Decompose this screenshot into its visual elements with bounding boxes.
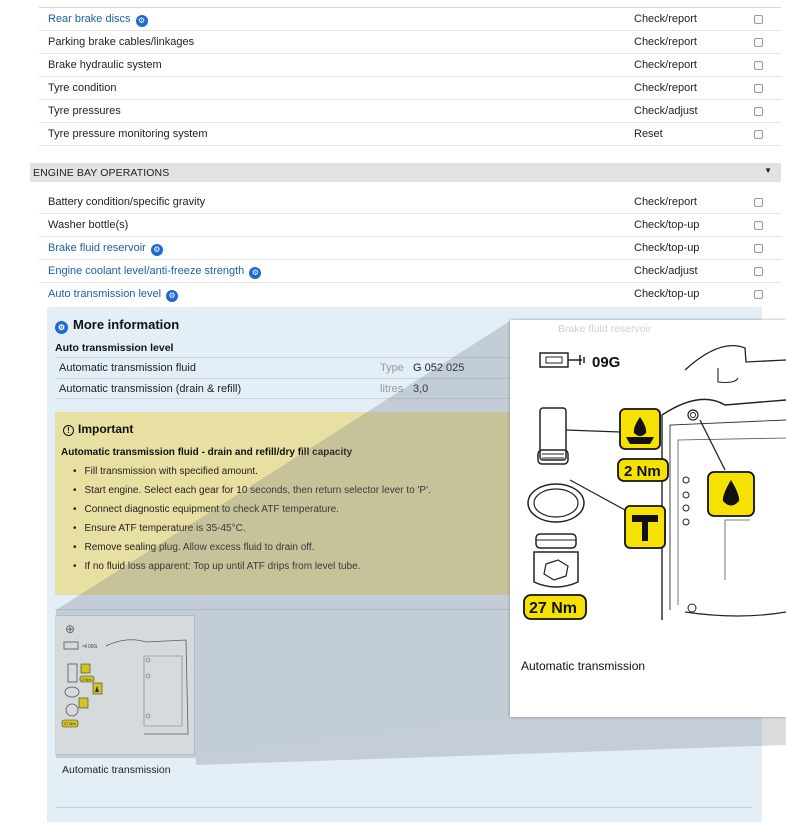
spec-row: Automatic transmission fluid Type G 052 … [55, 357, 528, 377]
spec-unit: litres [380, 383, 404, 395]
task-action: Check/report [634, 36, 697, 48]
task-checkbox[interactable] [754, 130, 763, 139]
task-row: Tyre condition Check/report [39, 77, 781, 100]
diagram-zoom-popup[interactable]: Brake fluid reservoir 09G 2 Nm 27 Nm Aut… [510, 320, 786, 717]
task-name: Tyre pressure monitoring system [48, 128, 208, 140]
spec-row: Automatic transmission (drain & refill) … [55, 378, 528, 399]
task-checkbox[interactable] [754, 15, 763, 24]
wrench-icon[interactable]: ⚙ [150, 244, 163, 256]
task-action: Check/report [634, 196, 697, 208]
spec-label: Automatic transmission (drain & refill) [59, 383, 242, 395]
task-checkbox[interactable] [754, 290, 763, 299]
spec-unit: Type [380, 362, 404, 374]
list-item: If no fluid loss apparent: Top up until … [73, 557, 431, 576]
more-information-title: ⚙ More information [55, 317, 179, 334]
task-row: Battery condition/specific gravity Check… [39, 191, 781, 214]
task-link[interactable]: Auto transmission level ⚙ [48, 288, 179, 302]
task-action: Check/adjust [634, 265, 698, 277]
section-header-engine-bay[interactable]: ENGINE BAY OPERATIONS ▼ [30, 163, 781, 182]
task-name: Battery condition/specific gravity [48, 196, 206, 208]
task-name: Washer bottle(s) [48, 219, 129, 231]
task-row-auto-transmission: Auto transmission level ⚙ Check/top-up [39, 283, 781, 306]
service-schedule-page: Rear brake discs ⚙ Check/report Parking b… [0, 0, 786, 829]
task-checkbox[interactable] [754, 38, 763, 47]
list-item: Start engine. Select each gear for 10 se… [73, 481, 431, 500]
svg-text:2 Nm: 2 Nm [624, 463, 661, 480]
list-item: Ensure ATF temperature is 35-45°C. [73, 519, 431, 538]
wrench-icon[interactable]: ⚙ [135, 15, 148, 27]
diagram-caption: Automatic transmission [521, 659, 646, 673]
important-note: ! Important Automatic transmission fluid … [55, 412, 525, 595]
task-checkbox[interactable] [754, 221, 763, 230]
svg-text:27 Nm: 27 Nm [529, 600, 577, 617]
task-link[interactable]: Brake fluid reservoir ⚙ [48, 242, 163, 256]
info-subtitle: Auto transmission level [55, 342, 174, 354]
task-action: Check/adjust [634, 105, 698, 117]
task-row: Tyre pressures Check/adjust [39, 100, 781, 123]
svg-text:2 Nm: 2 Nm [82, 677, 92, 682]
task-name: Tyre condition [48, 82, 117, 94]
svg-text:27 Nm: 27 Nm [64, 721, 76, 726]
list-item: Remove sealing plug. Allow excess fluid … [73, 538, 431, 557]
transmission-diagram: 09G 2 Nm 27 Nm [523, 344, 786, 620]
task-name: Brake hydraulic system [48, 59, 162, 71]
svg-text:09G: 09G [88, 644, 98, 650]
task-link[interactable]: Rear brake discs ⚙ [48, 13, 148, 27]
task-name: Tyre pressures [48, 105, 121, 117]
transmission-diagram-thumbnail: 09G 2 Nm 27 Nm [61, 639, 189, 735]
task-checkbox[interactable] [754, 84, 763, 93]
task-link[interactable]: Engine coolant level/anti-freeze strengt… [48, 265, 262, 279]
diagram-thumbnail[interactable]: ⊕ 09G 2 Nm 27 Nm [55, 615, 195, 755]
task-row: Washer bottle(s) Check/top-up [39, 214, 781, 237]
task-checkbox[interactable] [754, 107, 763, 116]
task-checkbox[interactable] [754, 198, 763, 207]
task-action: Check/top-up [634, 288, 700, 300]
task-action: Check/report [634, 59, 697, 71]
alert-icon: ! [63, 425, 74, 436]
wrench-icon[interactable]: ⚙ [166, 290, 179, 302]
zoom-in-icon[interactable]: ⊕ [65, 622, 75, 636]
task-checkbox[interactable] [754, 244, 763, 253]
task-checkbox[interactable] [754, 61, 763, 70]
task-row-engine-coolant: Engine coolant level/anti-freeze strengt… [39, 260, 781, 283]
task-row: Brake hydraulic system Check/report [39, 54, 781, 77]
task-action: Reset [634, 128, 663, 140]
task-action: Check/top-up [634, 219, 700, 231]
steps-list: Fill transmission with specified amount.… [73, 462, 431, 576]
list-item: Fill transmission with specified amount. [73, 462, 431, 481]
thumbnail-caption: Automatic transmission [62, 764, 171, 776]
task-action: Check/top-up [634, 242, 700, 254]
caret-down-icon[interactable]: ▼ [764, 166, 772, 175]
task-row: Tyre pressure monitoring system Reset [39, 123, 781, 146]
spec-value: G 052 025 [413, 362, 465, 374]
task-name: Parking brake cables/linkages [48, 36, 195, 48]
task-row: Parking brake cables/linkages Check/repo… [39, 31, 781, 54]
wrench-icon: ⚙ [55, 321, 68, 334]
svg-text:09G: 09G [592, 354, 620, 371]
task-row-brake-fluid: Brake fluid reservoir ⚙ Check/top-up [39, 237, 781, 260]
list-item: Connect diagnostic equipment to check AT… [73, 500, 431, 519]
task-action: Check/report [634, 82, 697, 94]
divider [55, 807, 753, 808]
task-row-rear-brake-discs: Rear brake discs ⚙ Check/report [39, 8, 781, 31]
spec-label: Automatic transmission fluid [59, 362, 196, 374]
task-checkbox[interactable] [754, 267, 763, 276]
wrench-icon[interactable]: ⚙ [249, 267, 262, 279]
section-title: ENGINE BAY OPERATIONS [33, 167, 170, 179]
spec-value: 3,0 [413, 383, 429, 395]
task-action: Check/report [634, 13, 697, 25]
important-subtitle: Automatic transmission fluid - drain and… [61, 447, 353, 458]
important-title: ! Important [63, 422, 133, 436]
